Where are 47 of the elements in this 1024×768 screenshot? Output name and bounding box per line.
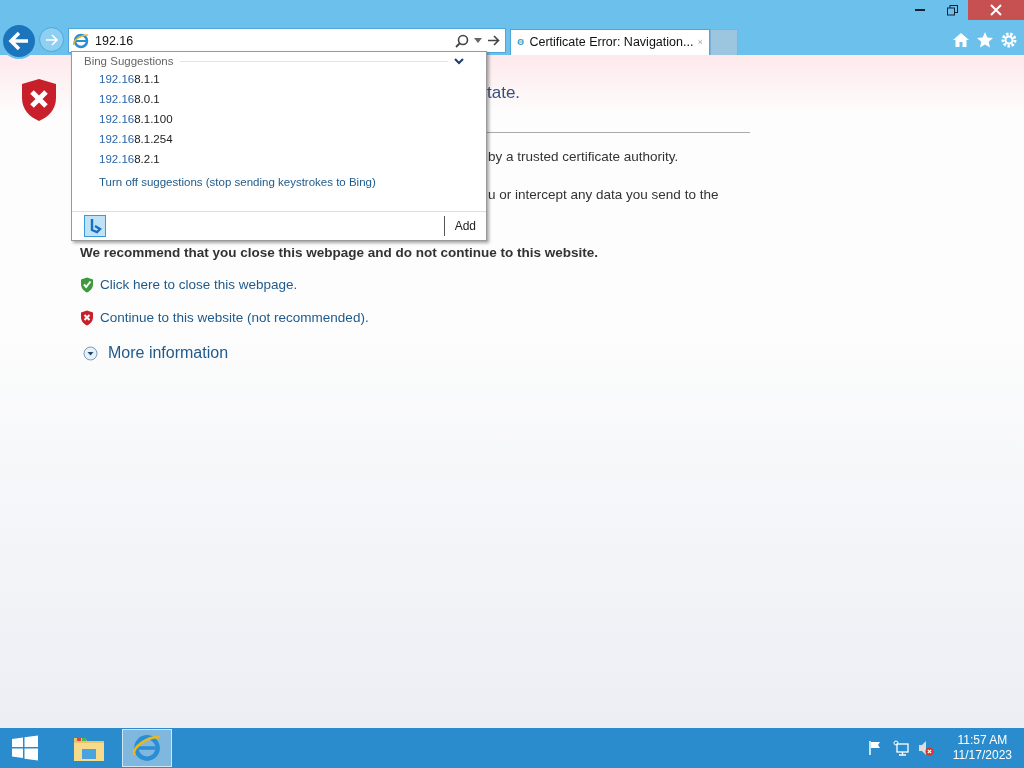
taskbar-app[interactable] [122,729,172,767]
add-button[interactable]: Add [444,214,486,238]
network-icon[interactable] [892,740,909,756]
speaker-muted-icon[interactable] [917,740,934,756]
star-icon[interactable] [976,30,994,49]
search-provider-logo-icon[interactable] [84,215,106,237]
shield-check-icon [80,276,94,293]
tab-title: Certificate Error: Navigation... [529,35,694,49]
expand-icon[interactable] [83,345,98,361]
clock-time: 11:57 AM [957,733,1008,748]
body-text: by a trusted certificate authority. [488,149,680,165]
dropdown-caret-icon[interactable] [474,38,482,43]
shield-error-icon [80,309,94,326]
search-icon[interactable] [455,33,469,48]
browser-logo-icon [72,31,90,50]
back-arrow-icon [8,31,30,51]
shield-error-icon [20,78,58,122]
body-text: u or intercept any data you send to the [488,187,720,203]
chevron-down-icon[interactable] [454,57,464,65]
home-icon[interactable] [952,30,970,49]
suggestions-header: Bing Suggestions [84,55,174,67]
close-icon[interactable] [698,37,703,47]
address-field[interactable]: 192.16 [68,28,506,53]
more-information-link[interactable]: More information [108,344,229,362]
suggestion-item[interactable]: 192.168.2.1 [99,149,160,169]
page-heading: tate. [487,83,522,104]
settings-icon[interactable] [1000,30,1018,49]
browser-logo-icon [131,732,163,764]
forward-arrow-icon [44,33,59,46]
suggestion-item[interactable]: 192.168.1.1 [99,69,160,89]
close-icon [990,4,1002,16]
turn-off-suggestions-link[interactable]: Turn off suggestions (stop sending keystrokes to Bing) [99,176,376,188]
recommendation-text: We recommend that you close this webpage and do not continue to this website. [80,245,600,260]
start-icon[interactable] [12,735,38,761]
action-link[interactable]: Continue to this website (not recommended). [100,310,369,325]
action-link[interactable]: Click here to close this webpage. [100,277,298,292]
browser-tab[interactable]: Certificate Error: Navigation... [510,28,710,55]
close-button[interactable] [968,0,1024,20]
clock[interactable]: 11:57 AM 11/17/2023 [952,733,1012,763]
suggestion-item[interactable]: 192.168.1.254 [99,129,173,149]
minimize-icon [915,9,925,11]
clock-date: 11/17/2023 [952,748,1012,763]
restore-icon [946,4,958,16]
suggestion-item[interactable]: 192.168.1.100 [99,109,173,129]
suggestion-item[interactable]: 192.168.0.1 [99,89,160,109]
go-arrow-icon[interactable] [487,35,500,46]
forward-button[interactable] [39,27,64,52]
